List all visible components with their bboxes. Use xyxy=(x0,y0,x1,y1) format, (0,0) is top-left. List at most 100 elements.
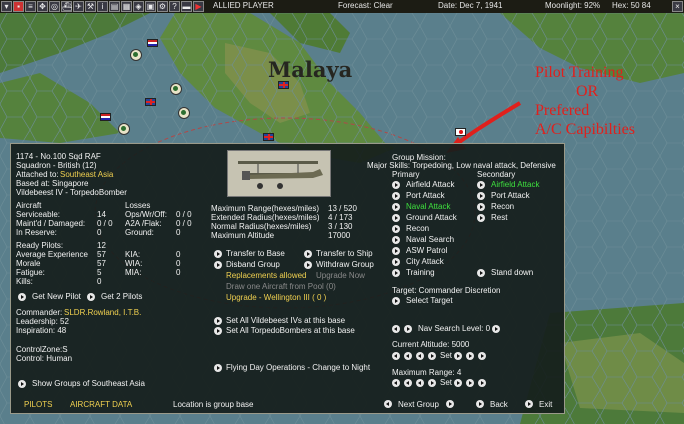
plane-icon[interactable]: ✈ xyxy=(73,1,84,12)
upgrade-target-link[interactable]: Upgrade - Wellington III ( 0 ) xyxy=(226,293,326,303)
nav-search-arrow-icon[interactable] xyxy=(492,325,500,333)
ship-icon[interactable]: ⛴ xyxy=(61,1,72,12)
mission-radio-icon[interactable] xyxy=(392,192,400,200)
get-2-pilots-arrow-icon[interactable] xyxy=(87,293,95,301)
mission-radio-icon[interactable] xyxy=(392,247,400,255)
show-groups-button[interactable]: Show Groups of Southeast Asia xyxy=(32,379,145,389)
range-increase-small-icon[interactable] xyxy=(454,379,462,387)
set-all-vildebeest-button[interactable]: Set All Vildebeest IVs at this base xyxy=(226,316,345,326)
british-flag-icon[interactable] xyxy=(145,98,156,106)
menu-icon[interactable]: ▾ xyxy=(1,1,12,12)
save-icon[interactable]: ▬ xyxy=(181,1,192,12)
next-group-icon[interactable] xyxy=(446,400,454,408)
altitude-increase-small-icon[interactable] xyxy=(454,352,462,360)
withdraw-group-button[interactable]: Withdraw Group xyxy=(316,260,374,270)
range-decrease-small-icon[interactable] xyxy=(404,379,412,387)
mission-radio-icon[interactable] xyxy=(477,214,485,222)
disband-group-button[interactable]: Disband Group xyxy=(226,260,280,270)
mission-radio-icon[interactable] xyxy=(477,203,485,211)
list-icon[interactable]: ≡ xyxy=(25,1,36,12)
get-2-pilots-button[interactable]: Get 2 Pilots xyxy=(101,292,142,302)
set-vildebeest-arrow-icon[interactable] xyxy=(214,317,222,325)
altitude-decrease-small-icon[interactable] xyxy=(404,352,412,360)
settings-icon[interactable]: ⚙ xyxy=(157,1,168,12)
unit-marker-icon[interactable] xyxy=(118,123,130,135)
secondary-mission-port-attack[interactable]: Port Attack xyxy=(491,191,530,201)
info-icon[interactable]: i xyxy=(97,1,108,12)
help-icon[interactable]: ? xyxy=(169,1,180,12)
intel-icon[interactable]: ◈ xyxy=(133,1,144,12)
mission-radio-icon[interactable] xyxy=(392,269,400,277)
move-icon[interactable]: ✥ xyxy=(37,1,48,12)
unit-marker-icon[interactable] xyxy=(130,49,142,61)
draw-from-pool-button[interactable]: Draw one Aircraft from Pool (0) xyxy=(226,282,336,292)
altitude-decrease-icon[interactable] xyxy=(392,352,400,360)
range-step-down-icon[interactable] xyxy=(416,379,424,387)
commander-link[interactable]: SLDR.Rowland, I.T.B. xyxy=(64,308,141,318)
unit-marker-icon[interactable] xyxy=(178,107,190,119)
close-icon[interactable]: × xyxy=(672,1,683,12)
prev-group-icon[interactable] xyxy=(384,400,392,408)
pilots-tab[interactable]: PILOTS xyxy=(24,400,52,410)
primary-mission-training[interactable]: Training xyxy=(406,268,435,278)
exit-arrow-icon[interactable] xyxy=(525,400,533,408)
flying-day-arrow-icon[interactable] xyxy=(214,364,222,372)
nav-search-decrease-icon[interactable] xyxy=(392,325,400,333)
target-icon[interactable]: ◎ xyxy=(49,1,60,12)
range-step-up-icon[interactable] xyxy=(428,379,436,387)
primary-mission-port-attack[interactable]: Port Attack xyxy=(406,191,445,201)
transfer-base-arrow-icon[interactable] xyxy=(214,250,222,258)
unit-marker-icon[interactable] xyxy=(170,83,182,95)
mission-radio-icon[interactable] xyxy=(477,192,485,200)
select-target-arrow-icon[interactable] xyxy=(392,297,400,305)
stand-down-arrow-icon[interactable] xyxy=(477,269,485,277)
japanese-flag-icon[interactable] xyxy=(455,128,466,136)
set-torpedo-arrow-icon[interactable] xyxy=(214,327,222,335)
range-set-button[interactable]: Set xyxy=(440,378,452,388)
end-turn-icon[interactable]: ▶ xyxy=(193,1,204,12)
range-max-icon[interactable] xyxy=(478,379,486,387)
primary-mission-naval-attack[interactable]: Naval Attack xyxy=(406,202,450,212)
next-group-button[interactable]: Next Group xyxy=(398,400,439,410)
book-icon[interactable]: ▤ xyxy=(109,1,120,12)
exit-button[interactable]: Exit xyxy=(539,400,552,410)
disband-arrow-icon[interactable] xyxy=(214,261,222,269)
get-new-pilot-button[interactable]: Get New Pilot xyxy=(32,292,81,302)
back-arrow-icon[interactable] xyxy=(476,400,484,408)
mission-radio-icon[interactable] xyxy=(392,203,400,211)
secondary-mission-rest[interactable]: Rest xyxy=(491,213,507,223)
range-increase-icon[interactable] xyxy=(466,379,474,387)
tools-icon[interactable]: ⚒ xyxy=(85,1,96,12)
replacements-toggle[interactable]: Replacements allowed xyxy=(226,271,307,281)
transfer-to-ship-button[interactable]: Transfer to Ship xyxy=(316,249,373,259)
altitude-step-down-icon[interactable] xyxy=(416,352,424,360)
dutch-flag-icon[interactable] xyxy=(100,113,111,121)
altitude-max-icon[interactable] xyxy=(478,352,486,360)
flag-icon[interactable]: ▪ xyxy=(13,1,24,12)
primary-mission-city-attack[interactable]: City Attack xyxy=(406,257,444,267)
set-all-torpedo-button[interactable]: Set All TorpedoBombers at this base xyxy=(226,326,355,336)
aircraft-data-tab[interactable]: AIRCRAFT DATA xyxy=(70,400,132,410)
altitude-set-button[interactable]: Set xyxy=(440,351,452,361)
withdraw-arrow-icon[interactable] xyxy=(304,261,312,269)
british-flag-icon[interactable] xyxy=(263,133,274,141)
altitude-increase-icon[interactable] xyxy=(466,352,474,360)
mission-radio-icon[interactable] xyxy=(392,181,400,189)
show-groups-arrow-icon[interactable] xyxy=(18,380,26,388)
mission-radio-icon[interactable] xyxy=(392,225,400,233)
flying-day-ops-button[interactable]: Flying Day Operations - Change to Night xyxy=(226,363,370,373)
range-decrease-icon[interactable] xyxy=(392,379,400,387)
primary-mission-asw-patrol[interactable]: ASW Patrol xyxy=(406,246,447,256)
stand-down-button[interactable]: Stand down xyxy=(491,268,533,278)
select-target-button[interactable]: Select Target xyxy=(406,296,453,306)
grid-icon[interactable]: ▦ xyxy=(121,1,132,12)
get-new-pilot-arrow-icon[interactable] xyxy=(18,293,26,301)
upgrade-now-button[interactable]: Upgrade Now xyxy=(316,271,365,281)
primary-mission-recon[interactable]: Recon xyxy=(406,224,429,234)
mission-radio-icon[interactable] xyxy=(392,236,400,244)
mission-radio-icon[interactable] xyxy=(392,258,400,266)
mission-radio-icon[interactable] xyxy=(392,214,400,222)
photo-icon[interactable]: ▣ xyxy=(145,1,156,12)
primary-mission-airfield-attack[interactable]: Airfield Attack xyxy=(406,180,454,190)
mission-radio-icon[interactable] xyxy=(477,181,485,189)
